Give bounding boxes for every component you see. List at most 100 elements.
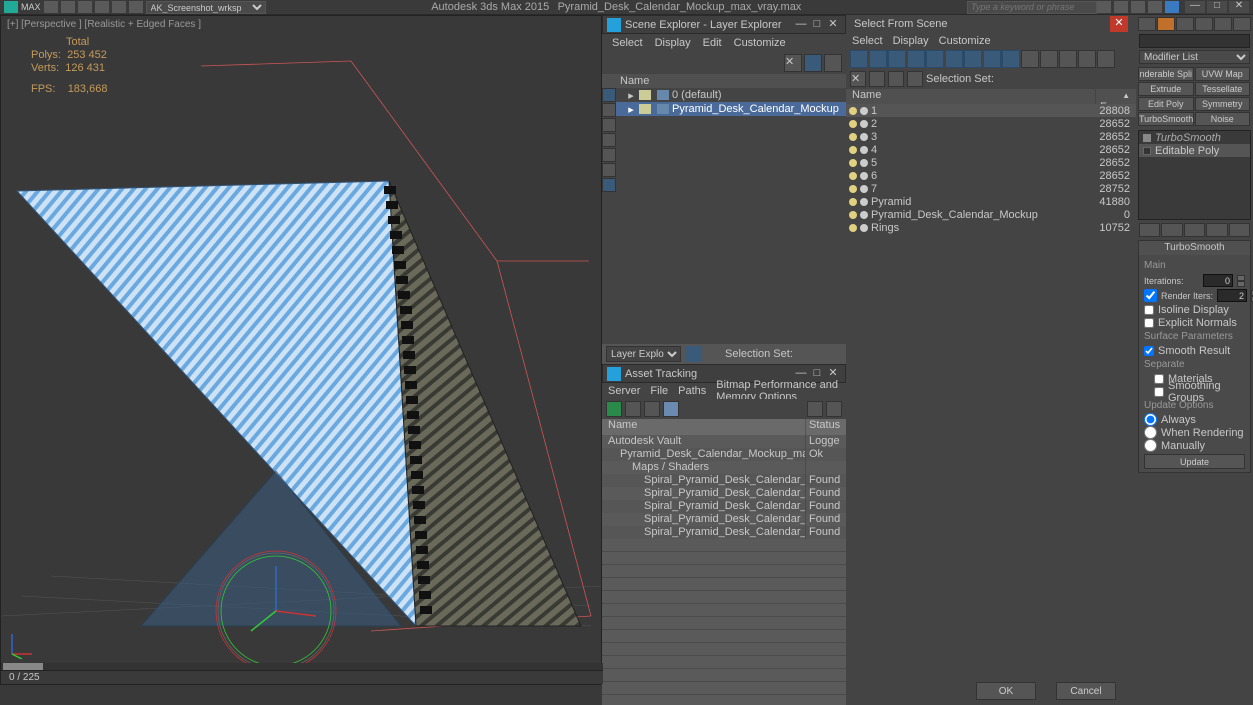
- open-icon[interactable]: [61, 1, 75, 13]
- help-search[interactable]: [967, 1, 1097, 14]
- sceneexp-btn7[interactable]: [602, 178, 616, 192]
- asset-table-header[interactable]: Name Status: [602, 419, 846, 435]
- asset-tb2[interactable]: [625, 401, 641, 417]
- sfs-ok-button[interactable]: OK: [976, 682, 1036, 700]
- asset-row[interactable]: Spiral_Pyramid_Desk_Calendar_diffuse.png…: [602, 474, 846, 487]
- viewport[interactable]: [+] [Perspective ] [Realistic + Edged Fa…: [0, 15, 602, 685]
- sfs-filter-9[interactable]: [1021, 50, 1039, 68]
- close-button[interactable]: ✕: [1229, 1, 1249, 13]
- mod-extrude-button[interactable]: Extrude: [1138, 82, 1194, 96]
- smooth-result-check[interactable]: [1144, 346, 1154, 356]
- remove-mod-icon[interactable]: [1206, 223, 1227, 237]
- asset-row[interactable]: Spiral_Pyramid_Desk_Calendar_glossines.p…: [602, 500, 846, 513]
- sfs-table-header[interactable]: Name ▲ Faces: [846, 89, 1136, 104]
- asset-row[interactable]: Spiral_Pyramid_Desk_Calendar_normal.pngF…: [602, 513, 846, 526]
- sfs-row[interactable]: Pyramid41880: [846, 195, 1136, 208]
- sfs-filter-5[interactable]: [945, 50, 963, 68]
- sfs-row[interactable]: Pyramid_Desk_Calendar_Mockup0: [846, 208, 1136, 221]
- scene-explorer-header[interactable]: Scene Explorer - Layer Explorer — □ ✕: [602, 15, 846, 34]
- stack-editable-poly[interactable]: Editable Poly: [1139, 144, 1250, 157]
- smoothgroups-check[interactable]: [1154, 387, 1164, 397]
- display-tab[interactable]: [1214, 17, 1232, 31]
- layerbar-btn1[interactable]: [685, 346, 701, 362]
- workspace-select[interactable]: AK_Screenshot_wrksp: [146, 1, 266, 14]
- sfs-filter-7[interactable]: [983, 50, 1001, 68]
- mod-turbosmooth-button[interactable]: TurboSmooth: [1138, 112, 1194, 126]
- sfs-row[interactable]: 528652: [846, 156, 1136, 169]
- sfs-row[interactable]: 628652: [846, 169, 1136, 182]
- mod-nderable-spli-button[interactable]: nderable Spli: [1138, 67, 1194, 81]
- sfs-filter-2[interactable]: [888, 50, 906, 68]
- render-iters-check[interactable]: [1144, 289, 1157, 302]
- sfs-filter-11[interactable]: [1059, 50, 1077, 68]
- asset-tb5[interactable]: [807, 401, 823, 417]
- viewport-label[interactable]: [+] [Perspective ] [Realistic + Edged Fa…: [7, 19, 201, 30]
- layer-row[interactable]: ▸0 (default): [616, 88, 846, 102]
- star-icon[interactable]: [1131, 1, 1145, 13]
- unique-icon[interactable]: [1184, 223, 1205, 237]
- timeline-scrollbar[interactable]: [1, 663, 603, 670]
- stack-turbosmooth[interactable]: TurboSmooth: [1139, 131, 1250, 144]
- sceneexp-btn4[interactable]: [602, 133, 616, 147]
- spinner[interactable]: [1237, 275, 1245, 287]
- sfs-filter-13[interactable]: [1097, 50, 1115, 68]
- sfs-filter-1[interactable]: [869, 50, 887, 68]
- bulb-icon[interactable]: [1143, 134, 1151, 142]
- always-radio[interactable]: [1144, 413, 1157, 426]
- isoline-check[interactable]: [1144, 305, 1154, 315]
- sfs-t2b[interactable]: [869, 71, 885, 87]
- asset-tb4[interactable]: [663, 401, 679, 417]
- help-icon[interactable]: [1165, 1, 1179, 13]
- sceneexp-btn6[interactable]: [602, 163, 616, 177]
- undo-icon[interactable]: [95, 1, 109, 13]
- sfs-row[interactable]: 428652: [846, 143, 1136, 156]
- configure-icon[interactable]: [1229, 223, 1250, 237]
- layer-explorer-select[interactable]: Layer Explorer: [606, 346, 681, 362]
- signin-icon[interactable]: [1097, 1, 1111, 13]
- utilities-tab[interactable]: [1233, 17, 1251, 31]
- scexp-close-button[interactable]: ✕: [825, 18, 841, 32]
- render-iters-input[interactable]: [1217, 289, 1247, 302]
- exchange-icon[interactable]: [1114, 1, 1128, 13]
- sfs-filter-0[interactable]: [850, 50, 868, 68]
- motion-tab[interactable]: [1195, 17, 1213, 31]
- update-button[interactable]: Update: [1144, 454, 1245, 469]
- mod-symmetry-button[interactable]: Symmetry: [1195, 97, 1251, 111]
- sfs-header[interactable]: Select From Scene ✕: [846, 15, 1136, 33]
- manually-radio[interactable]: [1144, 439, 1157, 452]
- hierarchy-tab[interactable]: [1176, 17, 1194, 31]
- explicit-check[interactable]: [1144, 318, 1154, 328]
- sfs-filter-3[interactable]: [907, 50, 925, 68]
- sfs-row[interactable]: 128808: [846, 104, 1136, 117]
- save-icon[interactable]: [78, 1, 92, 13]
- sfs-del-icon[interactable]: ✕: [850, 71, 866, 87]
- asset-row[interactable]: Spiral_Pyramid_Desk_Calendar_fresnel.png…: [602, 487, 846, 500]
- scene-tree-header[interactable]: Name: [602, 74, 846, 88]
- asset-tb3[interactable]: [644, 401, 660, 417]
- sfs-filter-8[interactable]: [1002, 50, 1020, 68]
- materials-check[interactable]: [1154, 374, 1164, 384]
- timeline[interactable]: 0 / 225: [1, 670, 603, 684]
- sfs-cancel-button[interactable]: Cancel: [1056, 682, 1116, 700]
- pin-stack-icon[interactable]: [1139, 223, 1160, 237]
- scexp-max-button[interactable]: □: [809, 18, 825, 32]
- sfs-row[interactable]: 328652: [846, 130, 1136, 143]
- layer-row-selected[interactable]: ▸Pyramid_Desk_Calendar_Mockup: [616, 102, 846, 116]
- sfs-filter-4[interactable]: [926, 50, 944, 68]
- sfs-close-button[interactable]: ✕: [1110, 16, 1128, 32]
- box-icon[interactable]: [1143, 147, 1151, 155]
- layerbar-btn2[interactable]: [705, 346, 721, 362]
- sfs-t2d[interactable]: [907, 71, 923, 87]
- mod-uvw-map-button[interactable]: UVW Map: [1195, 67, 1251, 81]
- asset-row[interactable]: Autodesk VaultLogge: [602, 435, 846, 448]
- maximize-button[interactable]: □: [1207, 1, 1227, 13]
- object-name-input[interactable]: [1139, 34, 1250, 48]
- iterations-input[interactable]: [1203, 274, 1233, 287]
- mod-noise-button[interactable]: Noise: [1195, 112, 1251, 126]
- minimize-button[interactable]: —: [1185, 1, 1205, 13]
- modify-tab[interactable]: [1157, 17, 1175, 31]
- sfs-t2c[interactable]: [888, 71, 904, 87]
- asset-row[interactable]: Spiral_Pyramid_Desk_Calendar_reflection.…: [602, 526, 846, 539]
- new-icon[interactable]: [44, 1, 58, 13]
- asset-tb6[interactable]: [826, 401, 842, 417]
